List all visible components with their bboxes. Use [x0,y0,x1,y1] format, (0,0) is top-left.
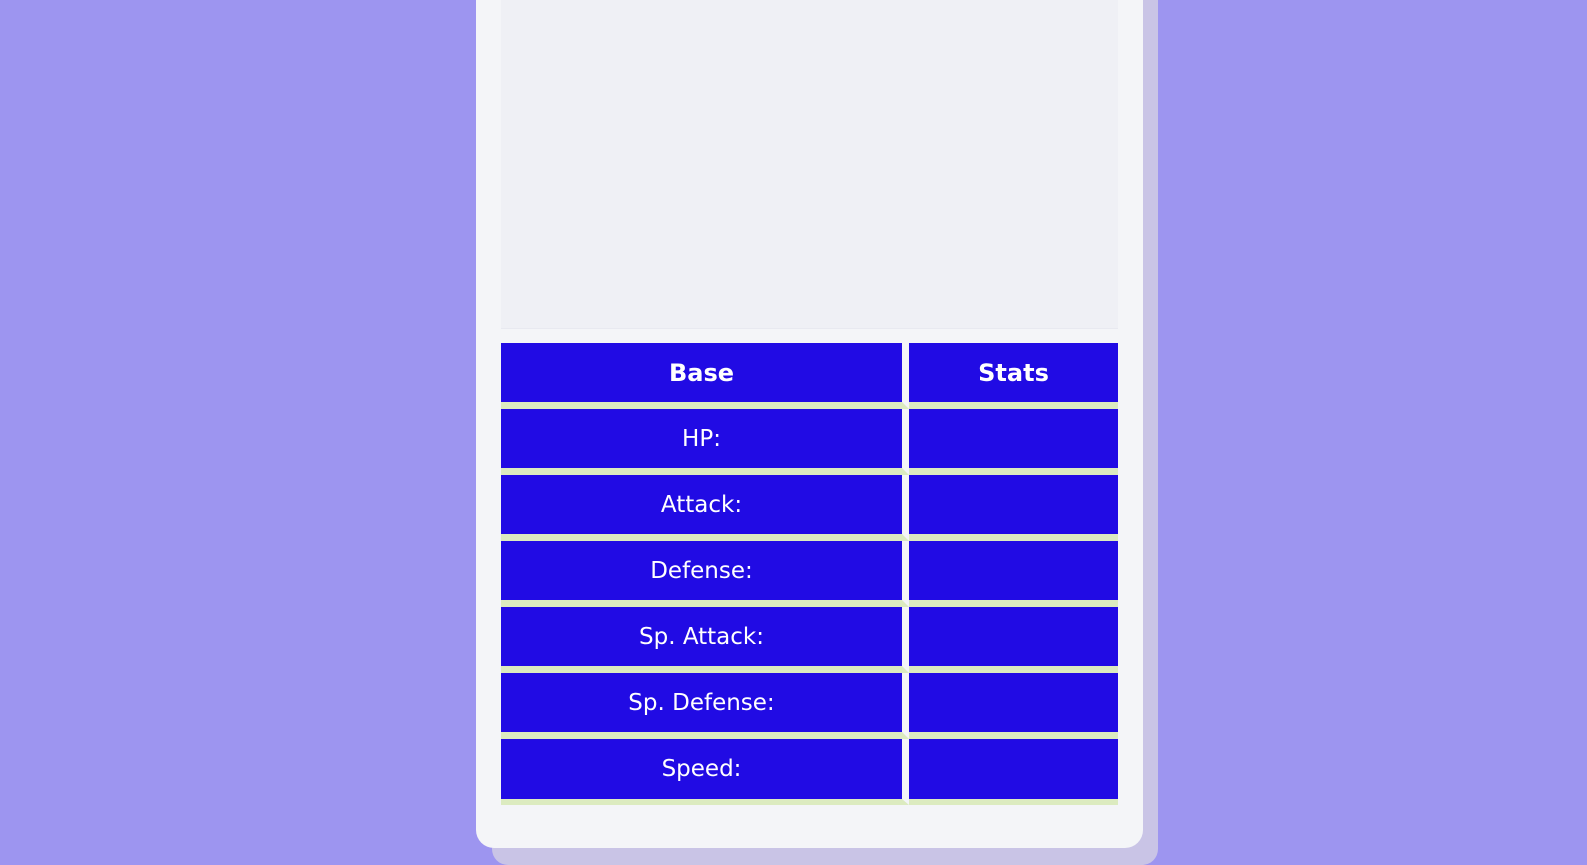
stat-label-sp-attack: Sp. Attack: [501,607,909,673]
table-row: Defense: [501,541,1118,607]
table-row: Attack: [501,475,1118,541]
stat-label-defense: Defense: [501,541,909,607]
stat-value-hp [909,409,1118,475]
stat-label-speed: Speed: [501,739,909,805]
stat-value-sp-attack [909,607,1118,673]
stat-value-sp-defense [909,673,1118,739]
header-base: Base [501,343,909,409]
header-stats: Stats [909,343,1118,409]
stat-value-attack [909,475,1118,541]
base-stats-table: Base Stats HP: Attack: Defense: Sp. Atta… [501,343,1118,805]
stat-value-defense [909,541,1118,607]
table-row: Sp. Attack: [501,607,1118,673]
stat-label-hp: HP: [501,409,909,475]
table-row: Sp. Defense: [501,673,1118,739]
table-row: HP: [501,409,1118,475]
stat-label-sp-defense: Sp. Defense: [501,673,909,739]
table-row: Speed: [501,739,1118,805]
stat-label-attack: Attack: [501,475,909,541]
pokemon-image-area [501,0,1118,329]
table-header-row: Base Stats [501,343,1118,409]
stat-value-speed [909,739,1118,805]
